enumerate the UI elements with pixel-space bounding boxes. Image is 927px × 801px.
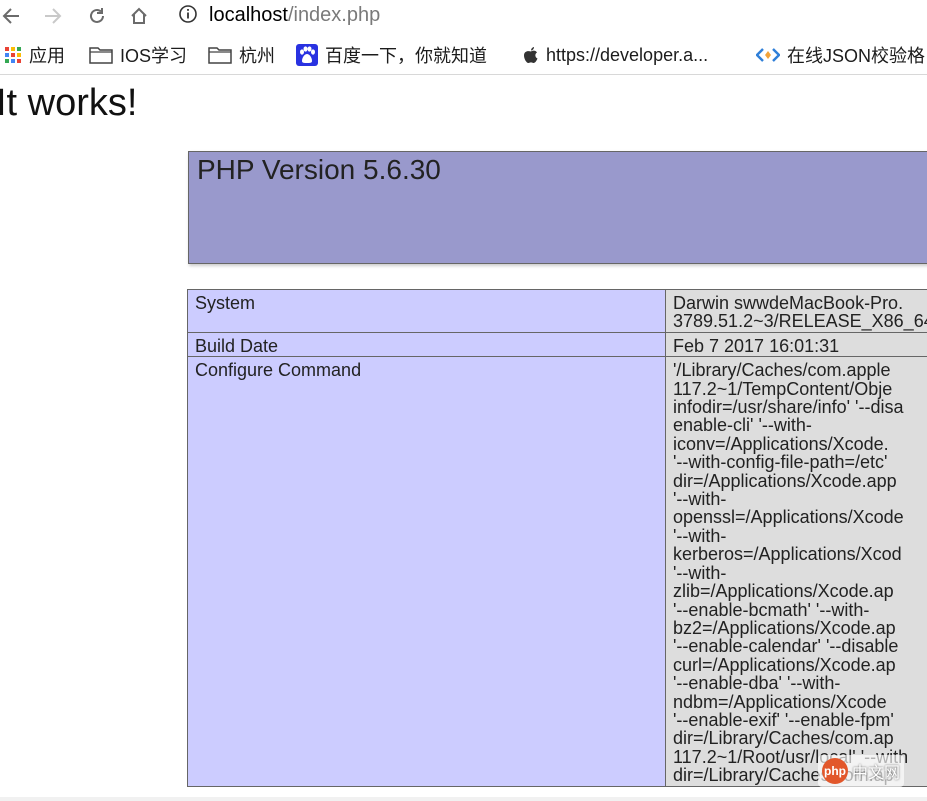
table-row: Configure Command '/Library/Caches/com.a… bbox=[187, 356, 927, 787]
forward-arrow-icon[interactable] bbox=[40, 3, 66, 29]
info-icon[interactable] bbox=[177, 3, 199, 25]
php-info-table: System Darwin swwdeMacBook-Pro. 3789.51.… bbox=[187, 289, 927, 787]
url-path: /index.php bbox=[287, 4, 381, 26]
browser-toolbar: localhost/index.php bbox=[0, 0, 927, 36]
code-diamond-icon bbox=[756, 46, 780, 64]
bookmark-label: 在线JSON校验格 bbox=[787, 46, 926, 66]
bookmark-ios-folder[interactable]: IOS学习 bbox=[89, 42, 187, 68]
url-host: localhost bbox=[209, 4, 288, 26]
bookmark-label: https://developer.a... bbox=[546, 44, 709, 65]
reload-icon[interactable] bbox=[84, 3, 110, 29]
address-bar[interactable]: localhost/index.php bbox=[209, 1, 380, 29]
baidu-paw-icon bbox=[296, 44, 318, 66]
info-value: Darwin swwdeMacBook-Pro. 3789.51.2~3/REL… bbox=[665, 289, 927, 333]
info-key: System bbox=[187, 289, 666, 333]
info-key: Configure Command bbox=[187, 356, 666, 787]
bookmarks-bar: 应用 IOS学习 杭州 百度一下，你就知道 https://developer.… bbox=[0, 36, 927, 75]
bookmark-apps[interactable]: 应用 bbox=[4, 42, 65, 68]
bookmark-label: 杭州 bbox=[239, 46, 275, 66]
bookmark-baidu[interactable]: 百度一下，你就知道 bbox=[296, 42, 487, 68]
table-row: Build Date Feb 7 2017 16:01:31 bbox=[187, 331, 927, 358]
watermark-text: 中文网 bbox=[852, 765, 901, 782]
page-heading: It works! bbox=[0, 82, 138, 124]
folder-icon bbox=[208, 46, 232, 64]
php-cn-watermark: php 中文网 bbox=[818, 755, 905, 787]
home-icon[interactable] bbox=[126, 3, 152, 29]
folder-icon bbox=[89, 46, 113, 64]
back-arrow-icon[interactable] bbox=[0, 3, 24, 29]
bookmark-label: IOS学习 bbox=[120, 46, 188, 66]
bookmark-json-validator[interactable]: 在线JSON校验格 bbox=[756, 42, 925, 68]
apple-icon bbox=[523, 46, 539, 64]
info-value: '/Library/Caches/com.apple 117.2~1/TempC… bbox=[665, 356, 927, 787]
php-logo: php bbox=[822, 758, 848, 784]
bookmark-apple-developer[interactable]: https://developer.a... bbox=[523, 42, 708, 68]
window-bottom-edge bbox=[0, 797, 927, 801]
bookmark-label: 百度一下，你就知道 bbox=[325, 46, 487, 66]
php-version-title: PHP Version 5.6.30 bbox=[197, 154, 441, 185]
table-row: System Darwin swwdeMacBook-Pro. 3789.51.… bbox=[187, 289, 927, 333]
php-version-header: PHP Version 5.6.30 bbox=[188, 151, 927, 264]
apps-grid-icon bbox=[4, 46, 22, 64]
info-value: Feb 7 2017 16:01:31 bbox=[665, 331, 927, 358]
info-key: Build Date bbox=[187, 331, 666, 358]
bookmark-label: 应用 bbox=[29, 46, 65, 66]
bookmark-hangzhou-folder[interactable]: 杭州 bbox=[208, 42, 275, 68]
